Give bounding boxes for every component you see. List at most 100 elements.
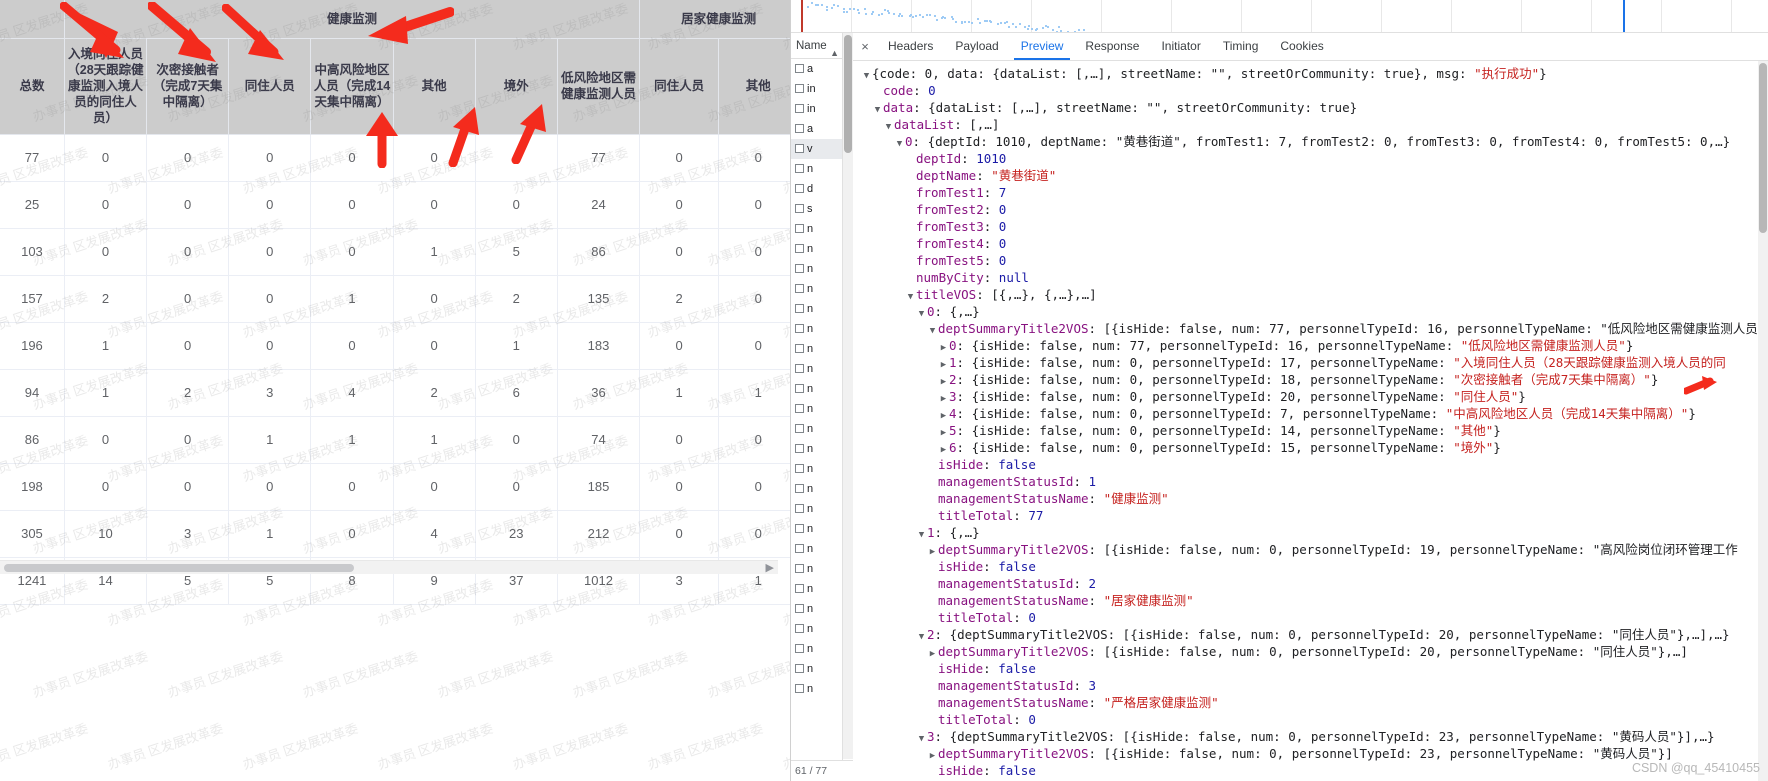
tab-initiator[interactable]: Initiator xyxy=(1150,33,1211,60)
json-tree-line[interactable]: data: {dataList: [,…], streetName: "", s… xyxy=(861,99,1768,116)
chevron-down-icon[interactable] xyxy=(883,119,894,136)
json-tree-line[interactable]: 1: {isHide: false, num: 0, personnelType… xyxy=(861,354,1768,371)
tab-response[interactable]: Response xyxy=(1074,33,1150,60)
sort-ascending-icon[interactable]: ▲ xyxy=(830,40,839,66)
json-tree-line[interactable]: 4: {isHide: false, num: 0, personnelType… xyxy=(861,405,1768,422)
request-list-item[interactable]: n xyxy=(791,359,842,379)
request-list-item[interactable]: n xyxy=(791,319,842,339)
chevron-down-icon[interactable] xyxy=(905,289,916,306)
scrollbar-thumb[interactable] xyxy=(4,564,354,572)
request-list-item[interactable]: n xyxy=(791,279,842,299)
json-tree-line[interactable]: deptSummaryTitle2VOS: [{isHide: false, n… xyxy=(861,745,1768,762)
checkbox-icon[interactable] xyxy=(795,624,804,633)
json-tree-line[interactable]: 3: {isHide: false, num: 0, personnelType… xyxy=(861,388,1768,405)
table-column-header-cell[interactable]: 同住人员 xyxy=(229,38,311,134)
json-tree-line[interactable]: 5: {isHide: false, num: 0, personnelType… xyxy=(861,422,1768,439)
chevron-down-icon[interactable] xyxy=(872,102,883,119)
table-row[interactable]: 30510310423212004 xyxy=(0,510,790,557)
scrollbar-thumb[interactable] xyxy=(1759,63,1767,233)
table-row[interactable]: 198000000185000 xyxy=(0,463,790,510)
chevron-right-icon[interactable]: ▶ xyxy=(766,562,774,574)
request-list-item[interactable]: n xyxy=(791,599,842,619)
table-column-header-cell[interactable]: 同住人员 xyxy=(640,38,719,134)
table-row[interactable]: 9412342636114 xyxy=(0,369,790,416)
json-tree-line[interactable]: numByCity: null xyxy=(861,269,1768,286)
preview-vertical-scrollbar[interactable] xyxy=(1758,61,1768,781)
checkbox-icon[interactable] xyxy=(795,644,804,653)
checkbox-icon[interactable] xyxy=(795,304,804,313)
chevron-down-icon[interactable] xyxy=(861,68,872,85)
json-tree-line[interactable]: fromTest3: 0 xyxy=(861,218,1768,235)
checkbox-icon[interactable] xyxy=(795,464,804,473)
request-rows[interactable]: a in in a v n d s n n n n n n n n n n n n n n n n n n n n n n n n xyxy=(791,59,842,699)
request-list-item[interactable]: n xyxy=(791,519,842,539)
checkbox-icon[interactable] xyxy=(795,684,804,693)
request-list-item[interactable]: n xyxy=(791,239,842,259)
checkbox-icon[interactable] xyxy=(795,424,804,433)
json-tree-line[interactable]: 0: {deptId: 1010, deptName: "黄巷街道", from… xyxy=(861,133,1768,150)
request-list-item[interactable]: n xyxy=(791,459,842,479)
json-tree-line[interactable]: 3: {deptSummaryTitle2VOS: [{isHide: fals… xyxy=(861,728,1768,745)
request-list-header[interactable]: Name ▲ xyxy=(791,33,842,59)
checkbox-icon[interactable] xyxy=(795,524,804,533)
checkbox-icon[interactable] xyxy=(795,384,804,393)
json-tree-line[interactable]: isHide: false xyxy=(861,660,1768,677)
checkbox-icon[interactable] xyxy=(795,504,804,513)
checkbox-icon[interactable] xyxy=(795,324,804,333)
table-column-header-cell[interactable]: 其他 xyxy=(393,38,475,134)
request-list-item[interactable]: n xyxy=(791,339,842,359)
tab-preview[interactable]: Preview xyxy=(1010,33,1075,60)
tab-payload[interactable]: Payload xyxy=(944,33,1009,60)
checkbox-icon[interactable] xyxy=(795,124,804,133)
request-list-item[interactable]: d xyxy=(791,179,842,199)
checkbox-icon[interactable] xyxy=(795,264,804,273)
checkbox-icon[interactable] xyxy=(795,104,804,113)
checkbox-icon[interactable] xyxy=(795,664,804,673)
checkbox-icon[interactable] xyxy=(795,364,804,373)
json-tree-line[interactable]: 6: {isHide: false, num: 0, personnelType… xyxy=(861,439,1768,456)
table-column-header-cell[interactable]: 总数 xyxy=(0,38,64,134)
json-tree-line[interactable]: titleTotal: 77 xyxy=(861,507,1768,524)
json-tree-line[interactable]: managementStatusId: 2 xyxy=(861,575,1768,592)
table-column-header-cell[interactable]: 其他 xyxy=(719,38,790,134)
request-list-item[interactable]: n xyxy=(791,679,842,699)
checkbox-icon[interactable] xyxy=(795,404,804,413)
table-row[interactable]: 157200102135202 xyxy=(0,275,790,322)
request-list-item[interactable]: in xyxy=(791,79,842,99)
checkbox-icon[interactable] xyxy=(795,224,804,233)
json-tree-line[interactable]: fromTest5: 0 xyxy=(861,252,1768,269)
json-tree-line[interactable]: deptSummaryTitle2VOS: [{isHide: false, n… xyxy=(861,320,1768,337)
chevron-down-icon[interactable] xyxy=(916,527,927,544)
checkbox-icon[interactable] xyxy=(795,64,804,73)
chevron-down-icon[interactable] xyxy=(916,629,927,646)
chevron-down-icon[interactable] xyxy=(916,731,927,748)
request-list-item[interactable]: n xyxy=(791,479,842,499)
checkbox-icon[interactable] xyxy=(795,144,804,153)
checkbox-icon[interactable] xyxy=(795,204,804,213)
request-list-scrollbar[interactable] xyxy=(843,33,853,759)
table-row[interactable]: 2500000024000 xyxy=(0,181,790,228)
json-tree-line[interactable]: fromTest1: 7 xyxy=(861,184,1768,201)
checkbox-icon[interactable] xyxy=(795,344,804,353)
checkbox-icon[interactable] xyxy=(795,84,804,93)
json-tree-line[interactable]: 2: {deptSummaryTitle2VOS: [{isHide: fals… xyxy=(861,626,1768,643)
table-horizontal-scrollbar[interactable]: ▶ xyxy=(0,560,778,574)
json-tree-line[interactable]: managementStatusName: "健康监测" xyxy=(861,490,1768,507)
request-list-item[interactable]: n xyxy=(791,579,842,599)
request-list-item[interactable]: n xyxy=(791,219,842,239)
json-tree-line[interactable]: fromTest4: 0 xyxy=(861,235,1768,252)
close-icon[interactable]: × xyxy=(853,33,877,60)
request-list-item[interactable]: n xyxy=(791,439,842,459)
checkbox-icon[interactable] xyxy=(795,444,804,453)
json-tree-line[interactable]: titleTotal: 0 xyxy=(861,609,1768,626)
json-tree-line[interactable]: fromTest2: 0 xyxy=(861,201,1768,218)
devtools-detail-tabs[interactable]: × Headers Payload Preview Response Initiator… xyxy=(853,33,1768,61)
request-list-item[interactable]: n xyxy=(791,159,842,179)
chevron-down-icon[interactable] xyxy=(916,306,927,323)
json-tree-line[interactable]: 0: {isHide: false, num: 77, personnelTyp… xyxy=(861,337,1768,354)
request-list-item[interactable]: n xyxy=(791,559,842,579)
chevron-down-icon[interactable] xyxy=(927,323,938,340)
json-tree-line[interactable]: deptId: 1010 xyxy=(861,150,1768,167)
table-column-header-cell[interactable]: 入境同住人员（28天跟踪健康监测入境人员的同住人员） xyxy=(64,38,146,134)
json-tree-line[interactable]: 0: {,…} xyxy=(861,303,1768,320)
